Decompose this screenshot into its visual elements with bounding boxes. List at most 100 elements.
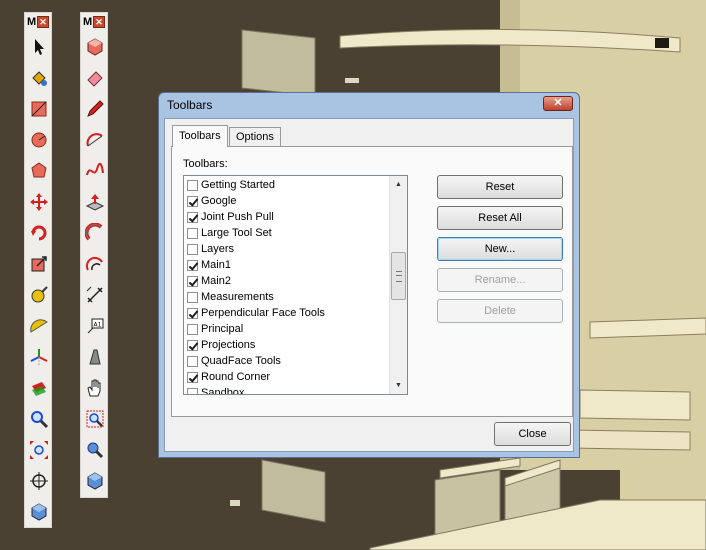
panel-left-top [241, 29, 316, 97]
toolbars-dialog: Toolbars ✕ Toolbars Options Toolbars: Ge… [158, 92, 580, 458]
offset-icon[interactable] [81, 248, 109, 279]
walk-icon[interactable] [81, 341, 109, 372]
toolbar-item-label: Getting Started [201, 179, 275, 191]
eraser-icon[interactable] [81, 62, 109, 93]
toolbar-list-item[interactable]: Principal [187, 321, 243, 337]
toolbar-list-item[interactable]: Round Corner [187, 369, 270, 385]
tab-toolbars[interactable]: Toolbars [172, 125, 228, 147]
toolbar-checkbox[interactable] [187, 291, 198, 303]
toolbar-checkbox[interactable] [187, 243, 198, 255]
dialog-client-area: Toolbars Options Toolbars: Getting Start… [164, 118, 574, 452]
large-tool-set-toolbar-right: M ✕ A1 [80, 12, 108, 498]
reset-all-button[interactable]: Reset All [437, 206, 563, 230]
zoom-extents-icon[interactable] [25, 434, 53, 465]
toolbar-checkbox[interactable] [187, 275, 198, 287]
middle-shelf [579, 389, 691, 421]
toolbar-list-item[interactable]: Perpendicular Face Tools [187, 305, 325, 321]
tape-measure-icon[interactable] [25, 279, 53, 310]
toolbar-list-item[interactable]: Main1 [187, 257, 231, 273]
toolbar-header[interactable]: M ✕ [25, 13, 51, 31]
toolbar-item-label: Main1 [201, 259, 231, 271]
toolbar-item-label: Perpendicular Face Tools [201, 307, 325, 319]
position-camera-icon[interactable] [25, 465, 53, 496]
toolbar-checkbox[interactable] [187, 259, 198, 271]
toolbar-list-item[interactable]: Google [187, 193, 236, 209]
push-pull-icon[interactable] [81, 186, 109, 217]
toolbar-checkbox[interactable] [187, 371, 198, 383]
follow-me-icon[interactable] [81, 217, 109, 248]
new-button[interactable]: New... [437, 237, 563, 261]
toolbar-checkbox[interactable] [187, 387, 198, 394]
move-icon[interactable] [25, 186, 53, 217]
list-scrollbar[interactable]: ▲ ▼ [389, 176, 407, 394]
make-component-icon[interactable] [81, 31, 109, 62]
select-arrow-icon[interactable] [25, 31, 53, 62]
scale-icon[interactable] [25, 248, 53, 279]
toolbar-list-item[interactable]: Main2 [187, 273, 231, 289]
toolbar-list-item[interactable]: Projections [187, 337, 255, 353]
text-icon[interactable]: A1 [81, 310, 109, 341]
toolbar-item-label: Sandbox [201, 387, 245, 395]
tab-panel-toolbars: Toolbars: Getting Started Google Joint Pus… [171, 146, 573, 417]
pencil-icon[interactable] [81, 93, 109, 124]
rectangle-icon[interactable] [25, 93, 53, 124]
small-bracket-2 [230, 500, 240, 506]
arc-icon[interactable] [81, 124, 109, 155]
toolbar-close-button[interactable]: ✕ [93, 16, 105, 28]
toolbar-checkbox[interactable] [187, 227, 198, 239]
protractor-icon[interactable] [25, 310, 53, 341]
section-plane-icon[interactable] [25, 372, 53, 403]
toolbar-list-item[interactable]: Joint Push Pull [187, 209, 274, 225]
toolbar-badge: M [27, 16, 37, 28]
circle-icon[interactable] [25, 124, 53, 155]
toolbar-checkbox[interactable] [187, 195, 198, 207]
toolbar-list-item[interactable]: Large Tool Set [187, 225, 272, 241]
look-around-icon[interactable] [81, 434, 109, 465]
toolbar-checkbox[interactable] [187, 339, 198, 351]
toolbar-list-item[interactable]: Measurements [187, 289, 274, 305]
close-button[interactable]: Close [494, 422, 571, 446]
component-icon[interactable] [25, 496, 53, 527]
paint-bucket-icon[interactable] [25, 62, 53, 93]
rename-button[interactable]: Rename... [437, 268, 563, 292]
dimension-icon[interactable] [81, 279, 109, 310]
small-bracket [345, 78, 359, 83]
scrollbar-thumb[interactable] [391, 252, 406, 300]
scroll-down-icon[interactable]: ▼ [390, 377, 407, 394]
toolbar-header[interactable]: M ✕ [81, 13, 107, 31]
freehand-icon[interactable] [81, 155, 109, 186]
dialog-title: Toolbars [167, 98, 213, 112]
toolbars-listbox[interactable]: Getting Started Google Joint Push Pull Larg… [183, 175, 408, 395]
pan-icon[interactable] [81, 372, 109, 403]
lower-shelf [569, 429, 691, 451]
zoom-window-icon[interactable] [81, 403, 109, 434]
toolbar-checkbox[interactable] [187, 323, 198, 335]
dialog-titlebar[interactable]: Toolbars ✕ [159, 93, 579, 117]
toolbar-checkbox[interactable] [187, 179, 198, 191]
shelf-edge [589, 317, 706, 339]
zoom-icon[interactable] [25, 403, 53, 434]
grip-icon [396, 271, 402, 282]
polygon-icon[interactable] [25, 155, 53, 186]
tab-options[interactable]: Options [229, 127, 281, 147]
rotate-icon[interactable] [25, 217, 53, 248]
delete-button[interactable]: Delete [437, 299, 563, 323]
reset-button[interactable]: Reset [437, 175, 563, 199]
dialog-close-icon[interactable]: ✕ [543, 96, 573, 111]
toolbar-checkbox[interactable] [187, 355, 198, 367]
toolbar-list-item[interactable]: QuadFace Tools [187, 353, 281, 369]
toolbar-checkbox[interactable] [187, 211, 198, 223]
toolbar-list-item[interactable]: Layers [187, 241, 234, 257]
svg-text:A1: A1 [94, 321, 102, 328]
axes-icon[interactable] [25, 341, 53, 372]
toolbar-item-label: Layers [201, 243, 235, 255]
toolbar-item-label: Joint Push Pull [201, 211, 274, 223]
large-tool-set-toolbar-left: M ✕ [24, 12, 52, 528]
toolbar-item-label: QuadFace Tools [201, 355, 281, 367]
toolbar-list-item[interactable]: Sandbox [187, 385, 245, 395]
toolbar-checkbox[interactable] [187, 307, 198, 319]
toolbar-list-item[interactable]: Getting Started [187, 177, 275, 193]
toolbar-close-button[interactable]: ✕ [37, 16, 49, 28]
scroll-up-icon[interactable]: ▲ [390, 176, 407, 193]
component-icon[interactable] [81, 465, 109, 496]
